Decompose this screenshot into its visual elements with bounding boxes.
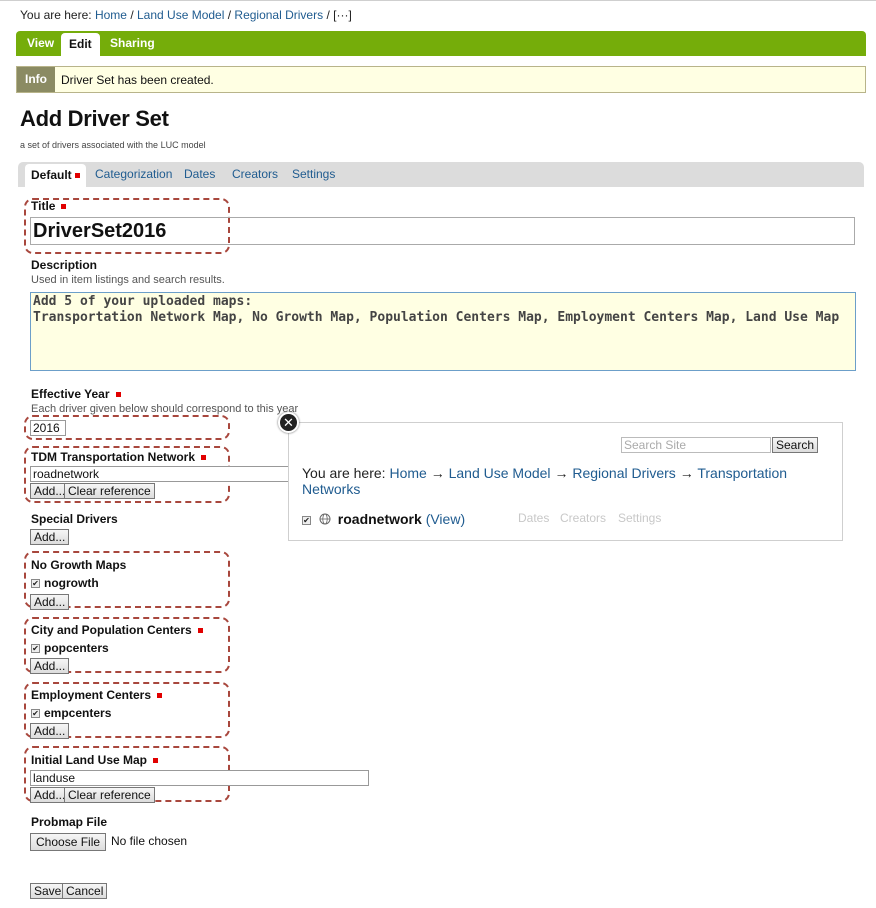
- required-marker: [115, 392, 121, 398]
- empcenters-add-button[interactable]: Add...: [30, 723, 70, 739]
- close-icon[interactable]: ✕: [278, 412, 299, 433]
- choose-file-button[interactable]: Choose File: [30, 833, 107, 851]
- ghost-form-tab: Creators: [560, 511, 607, 525]
- breadcrumb-prefix: You are here:: [20, 8, 92, 22]
- empcenters-item-text: empcenters: [44, 706, 112, 720]
- popcenters-item: ✔ popcenters: [31, 641, 109, 655]
- empcenters-label: Employment Centers: [31, 688, 163, 702]
- title-label: Title: [31, 199, 67, 213]
- landuse-label: Initial Land Use Map: [31, 753, 159, 767]
- popcenters-add-button[interactable]: Add...: [30, 658, 70, 674]
- required-marker: [197, 628, 203, 634]
- tdm-clear-button[interactable]: Clear reference: [64, 483, 155, 499]
- special-add-button[interactable]: Add...: [30, 529, 70, 545]
- breadcrumb-ellipsis[interactable]: [···]: [333, 8, 352, 22]
- description-label: Description: [31, 258, 98, 272]
- tab-creators[interactable]: Creators: [232, 162, 278, 187]
- globe-icon: [319, 512, 331, 528]
- no-file-text: No file chosen: [111, 834, 188, 848]
- tab-sharing[interactable]: Sharing: [102, 31, 163, 56]
- popup-breadcrumb-prefix: You are here:: [302, 465, 386, 481]
- tab-edit[interactable]: Edit: [61, 33, 100, 56]
- popup-search-button[interactable]: Search: [772, 437, 819, 453]
- top-border: [0, 0, 876, 1]
- popup-item-checkbox[interactable]: ✔: [302, 515, 311, 525]
- popup-crumb-home[interactable]: Home: [389, 465, 426, 481]
- popup-crumb-land-use-model[interactable]: Land Use Model: [449, 465, 551, 481]
- popup-item-roadnetwork: ✔ roadnetwork (View): [302, 511, 465, 528]
- nogrowth-item: ✔ nogrowth: [31, 576, 99, 590]
- nogrowth-checkbox[interactable]: ✔: [31, 579, 40, 589]
- popup-crumb-regional-drivers[interactable]: Regional Drivers: [572, 465, 675, 481]
- info-message: Info Driver Set has been created.: [16, 66, 866, 93]
- breadcrumb-land-use-model[interactable]: Land Use Model: [137, 8, 224, 22]
- nogrowth-item-text: nogrowth: [44, 576, 99, 590]
- nogrowth-label: No Growth Maps: [31, 558, 127, 572]
- special-drivers-label: Special Drivers: [31, 512, 118, 526]
- required-marker: [61, 204, 67, 210]
- probmap-label: Probmap File: [31, 815, 108, 829]
- empcenters-checkbox[interactable]: ✔: [31, 709, 40, 719]
- tab-default-label: Default: [31, 168, 72, 182]
- landuse-label-text: Initial Land Use Map: [31, 753, 148, 767]
- ghost-form-tab: Dates: [518, 511, 550, 525]
- tdm-label-text: TDM Transportation Network: [31, 450, 196, 464]
- empcenters-item: ✔ empcenters: [31, 706, 111, 720]
- effective-year-input[interactable]: 2016: [30, 420, 66, 436]
- tab-settings[interactable]: Settings: [292, 162, 335, 187]
- cancel-button[interactable]: Cancel: [62, 883, 108, 899]
- edit-bar: View Edit Sharing: [16, 31, 866, 56]
- popcenters-label: City and Population Centers: [31, 623, 203, 637]
- popcenters-item-text: popcenters: [44, 641, 109, 655]
- effective-year-help: Each driver given below should correspon…: [31, 403, 299, 415]
- description-help: Used in item listings and search results…: [31, 274, 225, 286]
- page-title: Add Driver Set: [20, 106, 169, 131]
- popup-search-input[interactable]: Search Site: [621, 437, 771, 453]
- description-textarea[interactable]: Add 5 of your uploaded maps: Transportat…: [30, 292, 856, 371]
- tdm-label: TDM Transportation Network: [31, 450, 207, 464]
- info-text: Driver Set has been created.: [61, 73, 214, 87]
- breadcrumb-home[interactable]: Home: [95, 8, 127, 22]
- tab-dates[interactable]: Dates: [184, 162, 215, 187]
- breadcrumb-regional-drivers[interactable]: Regional Drivers: [234, 8, 323, 22]
- popcenters-checkbox[interactable]: ✔: [31, 644, 40, 654]
- save-button[interactable]: Save: [30, 883, 66, 899]
- popcenters-label-text: City and Population Centers: [31, 623, 192, 637]
- required-marker: [201, 455, 207, 461]
- title-input[interactable]: DriverSet2016: [30, 217, 855, 245]
- landuse-clear-button[interactable]: Clear reference: [64, 787, 155, 803]
- nogrowth-add-button[interactable]: Add...: [30, 594, 70, 610]
- popup-view-link[interactable]: (View): [426, 511, 465, 527]
- effective-year-label-text: Effective Year: [31, 387, 110, 401]
- required-marker: [153, 758, 159, 764]
- info-label: Info: [17, 67, 55, 92]
- effective-year-label: Effective Year: [31, 387, 121, 401]
- tab-categorization[interactable]: Categorization: [95, 162, 172, 187]
- popup-breadcrumb: You are here: Home → Land Use Model → Re…: [302, 465, 788, 497]
- popup-item-title: roadnetwork: [337, 511, 422, 527]
- breadcrumb: You are here: Home / Land Use Model / Re…: [20, 8, 352, 22]
- landuse-input[interactable]: landuse: [30, 770, 369, 786]
- required-marker: [157, 693, 163, 699]
- page-description: a set of drivers associated with the LUC…: [20, 140, 206, 150]
- tab-default[interactable]: Default: [25, 164, 86, 187]
- ghost-form-tab: Settings: [618, 511, 662, 525]
- tab-view[interactable]: View: [19, 31, 62, 56]
- form-tabs: Default Categorization Dates Creators Se…: [18, 162, 864, 187]
- required-marker: [74, 173, 80, 179]
- title-label-text: Title: [31, 199, 56, 213]
- empcenters-label-text: Employment Centers: [31, 688, 152, 702]
